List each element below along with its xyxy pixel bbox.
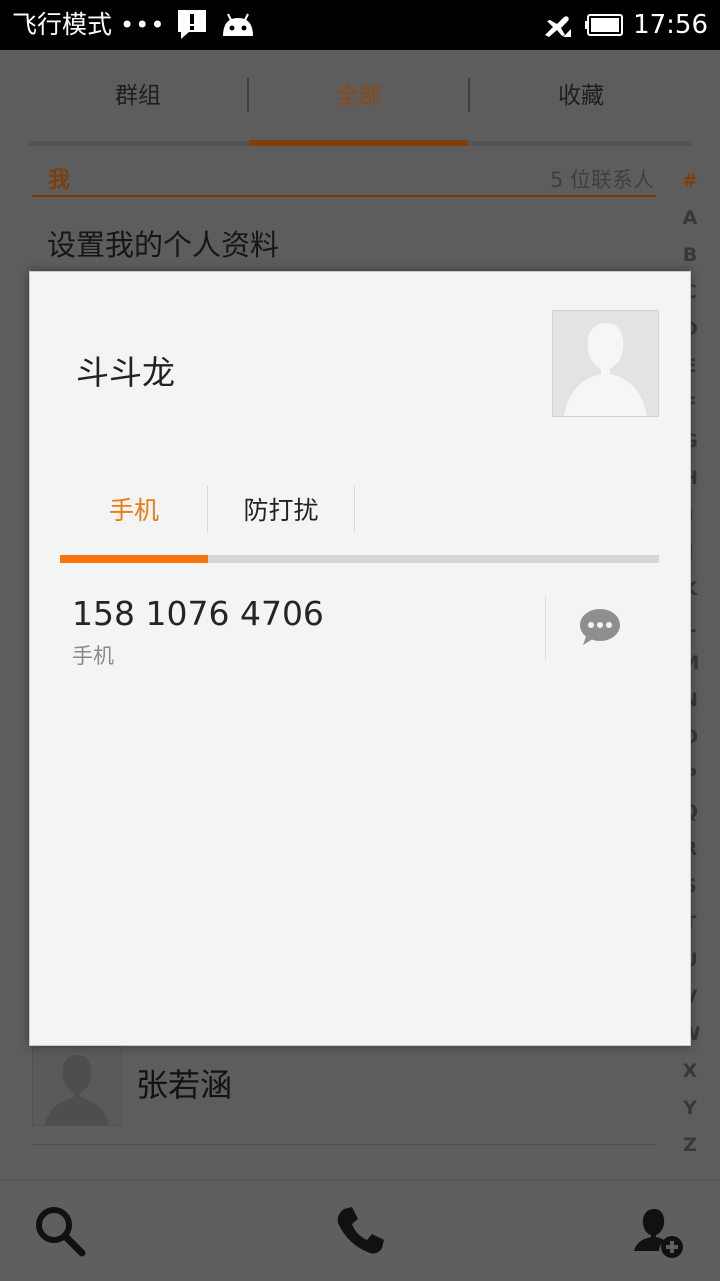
tab-divider <box>354 486 355 532</box>
dialog-contact-name: 斗斗龙 <box>76 353 175 392</box>
bottom-toolbar <box>0 1180 720 1281</box>
status-bar: 飞行模式 ••• 17:56 <box>0 0 720 50</box>
airplane-mode-text: 飞行模式 <box>12 10 113 39</box>
tab-indicator <box>249 140 468 146</box>
contact-group-tabs: 群组 全部 收藏 <box>0 50 720 146</box>
list-divider <box>32 1144 656 1145</box>
index-letter[interactable]: Z <box>675 1130 705 1167</box>
airplane-icon <box>545 16 572 37</box>
avatar[interactable] <box>552 310 659 417</box>
setup-profile-item[interactable]: 设置我的个人资料 <box>47 222 279 264</box>
contact-quick-dialog: 斗斗龙 手机 防打扰 158 1076 4706 手机 <box>29 271 691 1046</box>
tab-groups[interactable]: 群组 <box>28 50 248 142</box>
default-avatar-icon <box>564 323 647 416</box>
index-letter[interactable]: # <box>675 166 705 203</box>
clock: 17:56 <box>633 10 708 40</box>
dialog-tab-indicator <box>60 555 208 563</box>
message-icon[interactable] <box>578 606 622 648</box>
tab-favorites[interactable]: 收藏 <box>470 50 692 142</box>
more-notifications-indicator: ••• <box>120 11 166 39</box>
index-letter[interactable]: Y <box>675 1093 705 1130</box>
default-avatar-icon <box>45 1055 109 1125</box>
index-letter[interactable]: A <box>675 203 705 240</box>
dialog-tab-mobile[interactable]: 手机 <box>60 487 208 535</box>
status-right: 17:56 <box>539 8 708 42</box>
alert-icon <box>178 10 207 39</box>
contact-count: 5 位联系人 <box>549 168 654 192</box>
dialog-tab-do-not-disturb[interactable]: 防打扰 <box>208 487 354 535</box>
index-letter[interactable]: X <box>675 1056 705 1093</box>
contact-name[interactable]: 张若涵 <box>136 1060 232 1106</box>
phone-number[interactable]: 158 1076 4706 <box>72 594 324 633</box>
status-left: 飞行模式 ••• <box>12 8 257 42</box>
battery-icon <box>585 14 624 36</box>
section-divider <box>32 195 656 197</box>
phone-icon[interactable] <box>332 1203 388 1259</box>
phone-type-label: 手机 <box>72 644 114 668</box>
tab-all[interactable]: 全部 <box>249 50 468 142</box>
action-divider <box>545 596 546 660</box>
search-icon[interactable] <box>32 1203 88 1259</box>
avatar[interactable] <box>32 1040 122 1126</box>
section-header-me: 我 <box>48 168 71 193</box>
add-contact-icon[interactable] <box>630 1203 686 1259</box>
android-icon <box>223 13 254 36</box>
